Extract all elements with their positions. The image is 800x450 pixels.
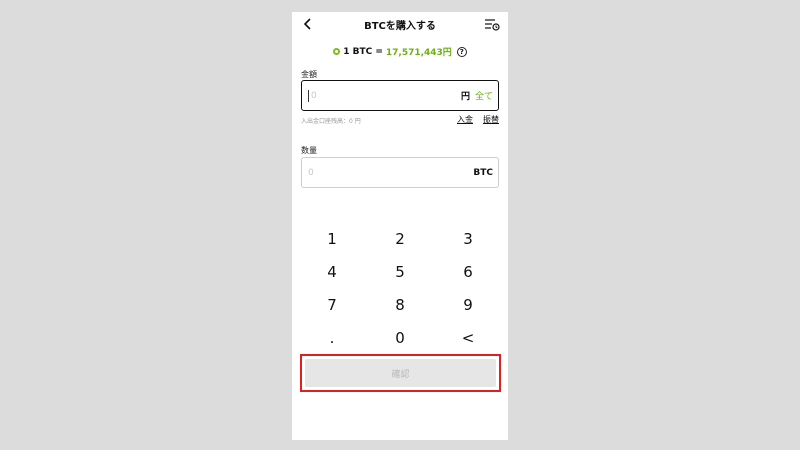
amount-field[interactable]: 0 円 全て (301, 80, 499, 111)
key-5[interactable]: 5 (375, 259, 425, 285)
key-1[interactable]: 1 (307, 226, 357, 252)
rate-lhs: 1 BTC = (343, 46, 383, 57)
order-history-icon (485, 19, 500, 31)
balance-links: 入金 振替 (457, 114, 499, 125)
deposit-link[interactable]: 入金 (457, 114, 473, 125)
quantity-field[interactable]: 0 BTC (301, 157, 499, 188)
key-7[interactable]: 7 (307, 292, 357, 318)
app-screen: BTCを購入する 1 BTC = 17,571,443円 ? 金額 0 円 全て… (292, 12, 508, 440)
btc-rate: 1 BTC = 17,571,443円 ? (292, 45, 508, 58)
transfer-link[interactable]: 振替 (483, 114, 499, 125)
key-6[interactable]: 6 (443, 259, 493, 285)
amount-label: 金額 (301, 70, 317, 79)
amount-placeholder: 0 (311, 90, 317, 101)
all-amount-button[interactable]: 全て (475, 89, 493, 102)
text-cursor (308, 89, 309, 102)
key-3[interactable]: 3 (443, 226, 493, 252)
page-title: BTCを購入する (364, 21, 436, 32)
rate-price: 17,571,443円 (385, 48, 452, 58)
quantity-placeholder: 0 (308, 167, 314, 178)
confirm-button[interactable]: 確認 (305, 359, 496, 387)
key-9[interactable]: 9 (443, 292, 493, 318)
key-backspace[interactable]: < (443, 325, 493, 351)
quantity-unit: BTC (473, 167, 493, 178)
confirm-highlight: 確認 (300, 354, 501, 392)
key-0[interactable]: 0 (375, 325, 425, 351)
key-2[interactable]: 2 (375, 226, 425, 252)
history-button[interactable] (484, 16, 500, 32)
header: BTCを購入する (292, 12, 508, 36)
quantity-label: 数量 (301, 146, 317, 155)
account-balance: 入出金口座残高：0 円 (301, 118, 361, 125)
help-icon[interactable]: ? (456, 46, 467, 57)
key-decimal[interactable]: . (307, 325, 357, 351)
btc-coin-icon (333, 48, 341, 55)
key-8[interactable]: 8 (375, 292, 425, 318)
amount-unit: 円 (460, 92, 470, 102)
key-4[interactable]: 4 (307, 259, 357, 285)
